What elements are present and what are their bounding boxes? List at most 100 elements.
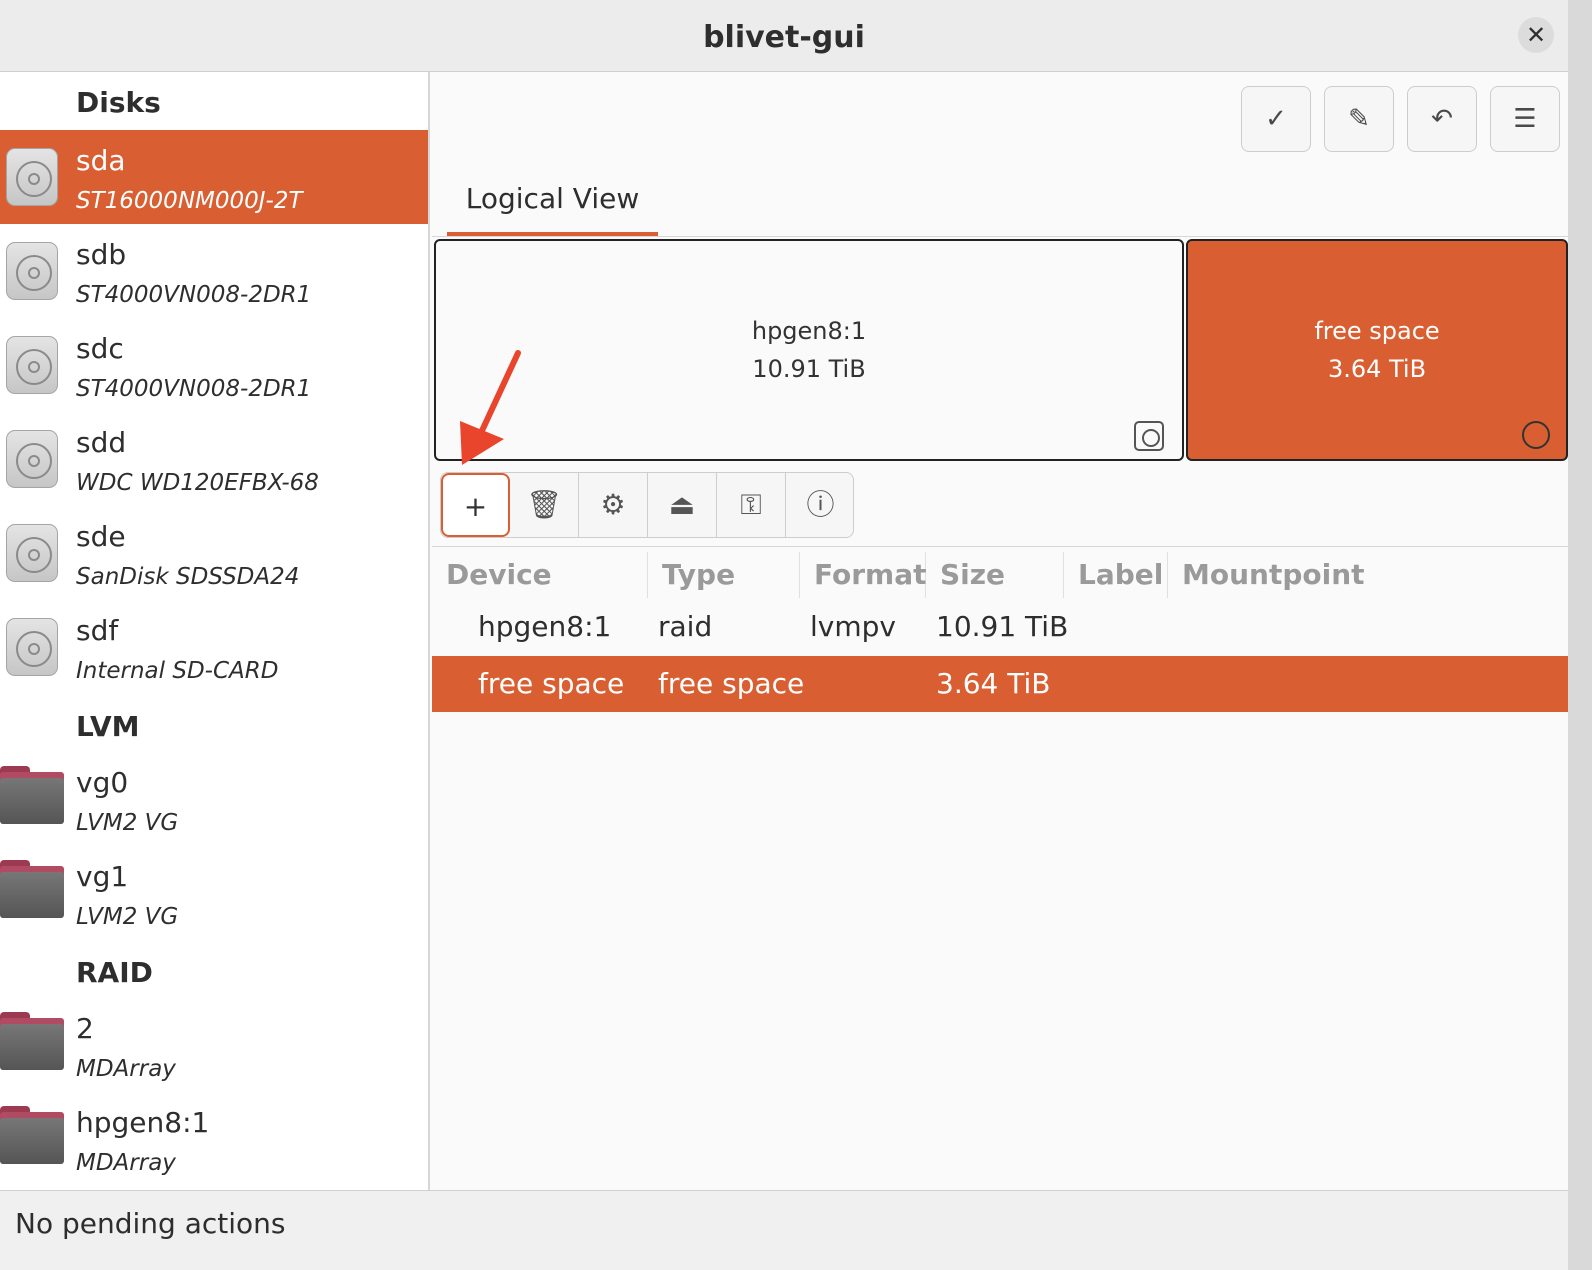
device-name: sdc [76, 332, 124, 365]
block-size: 10.91 TiB [752, 355, 866, 383]
sidebar-item-vg1[interactable]: vg1 LVM2 VG [0, 846, 428, 940]
eject-icon: ⏏ [668, 488, 696, 521]
check-icon: ✓ [1265, 104, 1287, 134]
sidebar-item-sdd[interactable]: sdd WDC WD120EFBX-68 [0, 412, 428, 506]
raid-icon [1134, 421, 1164, 451]
undo-icon: ↶ [1431, 104, 1453, 134]
cell-size: 3.64 TiB [936, 667, 1051, 700]
sidebar-item-hpgen8-1[interactable]: hpgen8:1 MDArray [0, 1092, 428, 1186]
table-divider [432, 546, 1568, 547]
disk-icon [6, 336, 58, 394]
unmount-button[interactable]: ⏏ [648, 473, 717, 537]
device-model: Internal SD-CARD [76, 658, 279, 684]
hamburger-icon: ☰ [1513, 104, 1537, 134]
section-header-lvm: LVM [76, 710, 140, 743]
close-icon: ✕ [1525, 21, 1547, 49]
column-header-label[interactable]: Label [1064, 552, 1168, 598]
column-header-type[interactable]: Type [648, 552, 800, 598]
device-type: MDArray [76, 1150, 176, 1176]
block-name: free space [1314, 317, 1440, 345]
sidebar: Disks sda ST16000NM000J-2T sdb ST4000VN0… [0, 72, 430, 1190]
device-model: ST4000VN008-2DR1 [76, 376, 312, 402]
apply-button[interactable]: ✓ [1241, 86, 1311, 152]
key-icon: ⚿ [740, 488, 762, 521]
window-title: blivet-gui [703, 20, 865, 55]
device-type: LVM2 VG [76, 810, 179, 836]
device-toolbar: + 🗑 ⚙ ⏏ ⚿ ⓘ [440, 472, 854, 538]
add-button[interactable]: + [441, 473, 510, 537]
folder-icon [0, 766, 64, 824]
plus-icon: + [463, 490, 488, 523]
sidebar-item-vg0[interactable]: vg0 LVM2 VG [0, 752, 428, 846]
tab-divider [432, 236, 1568, 237]
section-header-disks: Disks [76, 86, 161, 119]
disk-icon [6, 430, 58, 488]
gear-icon: ⚙ [600, 488, 626, 521]
block-size: 3.64 TiB [1327, 355, 1427, 383]
sidebar-item-sdf[interactable]: sdf Internal SD-CARD [0, 600, 428, 694]
device-type: MDArray [76, 1056, 176, 1082]
sidebar-item-raid-2[interactable]: 2 MDArray [0, 998, 428, 1092]
partition-block-free-space[interactable]: free space 3.64 TiB [1186, 239, 1568, 461]
delete-button[interactable]: 🗑 [510, 473, 579, 537]
device-type: LVM2 VG [76, 904, 179, 930]
cell-format: lvmpv [810, 610, 896, 643]
partition-block-hpgen8-1[interactable]: hpgen8:1 10.91 TiB [434, 239, 1184, 461]
column-header-size[interactable]: Size [926, 552, 1064, 598]
disk-icon [6, 242, 58, 300]
decrypt-button[interactable]: ⚿ [717, 473, 786, 537]
folder-icon [0, 1106, 64, 1164]
status-bar: No pending actions [0, 1190, 1568, 1270]
device-name: hpgen8:1 [76, 1106, 210, 1139]
table-row-selected[interactable]: free space free space 3.64 TiB [432, 656, 1568, 712]
app-window: blivet-gui ✕ Disks sda ST16000NM000J-2T … [0, 0, 1568, 1270]
device-name: vg0 [76, 766, 129, 799]
eraser-icon: ✎ [1348, 104, 1370, 134]
column-header-format[interactable]: Format [800, 552, 927, 598]
disk-icon [6, 148, 58, 206]
trash-icon: 🗑 [526, 488, 562, 521]
folder-icon [0, 1012, 64, 1070]
device-name: sdb [76, 238, 127, 271]
clear-button[interactable]: ✎ [1324, 86, 1394, 152]
device-model: SanDisk SDSSDA24 [76, 564, 300, 590]
device-name: 2 [76, 1012, 94, 1045]
section-header-raid: RAID [76, 956, 153, 989]
sidebar-item-sde[interactable]: sde SanDisk SDSSDA24 [0, 506, 428, 600]
table-row[interactable]: hpgen8:1 raid lvmpv 10.91 TiB [432, 599, 1568, 655]
tab-logical-view[interactable]: Logical View [447, 182, 658, 236]
cell-type: free space [658, 667, 805, 700]
device-model: ST4000VN008-2DR1 [76, 282, 312, 308]
title-bar: blivet-gui ✕ [0, 0, 1568, 72]
edit-button[interactable]: ⚙ [579, 473, 648, 537]
device-name: sdf [76, 614, 119, 647]
free-space-icon [1522, 421, 1550, 449]
device-name: sde [76, 520, 126, 553]
close-button[interactable]: ✕ [1518, 17, 1554, 53]
cell-size: 10.91 TiB [936, 610, 1069, 643]
menu-button[interactable]: ☰ [1490, 86, 1560, 152]
sidebar-item-sdc[interactable]: sdc ST4000VN008-2DR1 [0, 318, 428, 412]
undo-button[interactable]: ↶ [1407, 86, 1477, 152]
annotation-arrow-icon [460, 350, 521, 465]
column-header-device[interactable]: Device [432, 552, 648, 598]
cell-device: hpgen8:1 [478, 610, 612, 643]
column-header-mountpoint[interactable]: Mountpoint [1168, 552, 1568, 598]
device-name: sda [76, 144, 126, 177]
device-name: sdd [76, 426, 127, 459]
block-name: hpgen8:1 [751, 317, 867, 345]
sidebar-item-sdb[interactable]: sdb ST4000VN008-2DR1 [0, 224, 428, 318]
cell-device: free space [478, 667, 625, 700]
status-text: No pending actions [15, 1207, 286, 1240]
main-panel: ✓ ✎ ↶ ☰ Logical View hpgen8:1 10.91 TiB … [432, 72, 1568, 1190]
info-button[interactable]: ⓘ [786, 473, 855, 537]
disk-icon [6, 524, 58, 582]
device-name: vg1 [76, 860, 129, 893]
cell-type: raid [658, 610, 713, 643]
sidebar-item-sda[interactable]: sda ST16000NM000J-2T [0, 130, 428, 224]
device-model: ST16000NM000J-2T [76, 188, 303, 214]
disk-icon [6, 618, 58, 676]
folder-icon [0, 860, 64, 918]
info-icon: ⓘ [806, 488, 835, 521]
device-model: WDC WD120EFBX-68 [76, 470, 319, 496]
